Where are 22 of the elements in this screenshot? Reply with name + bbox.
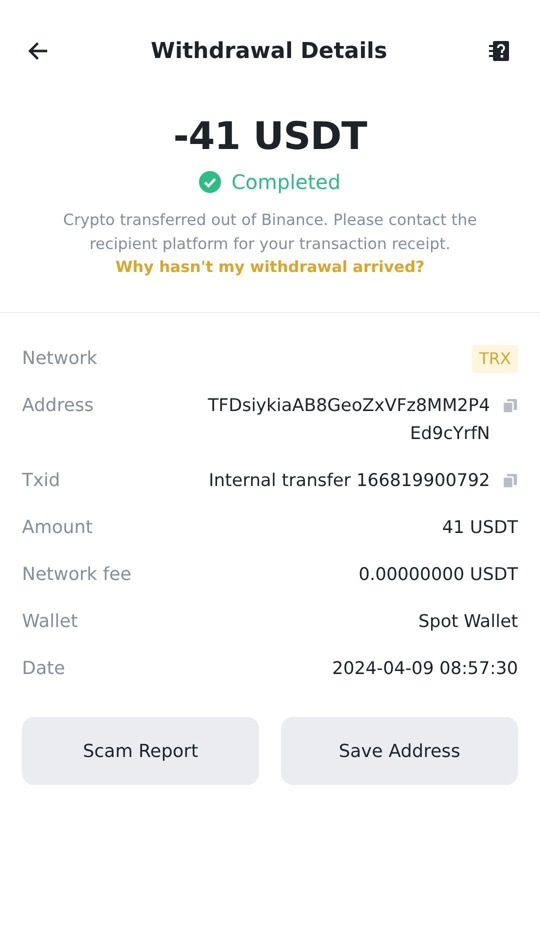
detail-label: Amount — [22, 516, 93, 540]
detail-label: Address — [22, 394, 94, 418]
detail-label: Wallet — [22, 610, 78, 634]
detail-value: Spot Wallet — [418, 611, 518, 634]
help-document-icon[interactable] — [488, 40, 510, 62]
detail-value: 0.00000000 USDT — [358, 564, 518, 587]
action-button[interactable]: Save Address — [281, 717, 518, 785]
detail-value: 41 USDT — [442, 517, 518, 540]
detail-label: Txid — [22, 469, 60, 493]
info-text: Crypto transferred out of Binance. Please contact the recipient platform for your transaction receipt. — [62, 210, 478, 255]
action-button[interactable]: Scam Report — [22, 717, 259, 785]
detail-value: Internal transfer 166819900792 — [208, 470, 490, 493]
status-text: Completed — [231, 170, 341, 194]
page-title: Withdrawal Details — [150, 38, 388, 64]
check-circle-icon — [199, 171, 222, 193]
detail-value: TFDsiykiaAB8GeoZxVFz8MM2P4Ed9cYrfN — [206, 395, 490, 446]
detail-label: Network — [22, 347, 98, 371]
withdrawal-amount: -41 USDT — [173, 114, 367, 158]
detail-label: Date — [22, 657, 66, 681]
detail-label: Network fee — [22, 563, 132, 587]
network-tag: TRX — [472, 345, 518, 373]
detail-value: 2024-04-09 08:57:30 — [332, 658, 518, 681]
